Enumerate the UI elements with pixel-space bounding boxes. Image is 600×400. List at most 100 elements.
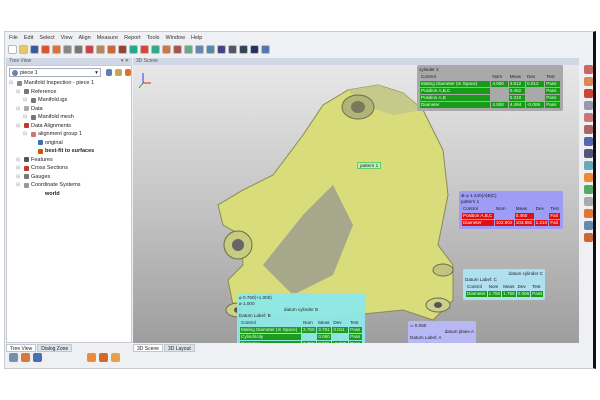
toolbar-button-icon[interactable] — [96, 45, 105, 54]
3d-scene-viewport[interactable]: pattern 1 cylinder 2 Control Nom Meas Dev Te… — [133, 65, 579, 343]
toolbar-button-icon[interactable] — [74, 45, 83, 54]
callout-datum-cylinder-b[interactable]: ⌀ 0.750(+1.000) ⌀ 1.000 datum cylinder B… — [237, 293, 365, 343]
tree-item[interactable]: ⊟ Coordinate Systems — [7, 181, 131, 190]
toolbar-button-icon[interactable] — [140, 45, 149, 54]
toolbar-button-icon[interactable] — [129, 45, 138, 54]
expand-toggle-icon[interactable]: ⊟ — [9, 79, 15, 88]
view-tool-icon[interactable] — [583, 101, 593, 110]
view-tool-icon[interactable] — [583, 113, 593, 122]
table-row: Position A,B,C 0.460 Fail — [462, 213, 560, 219]
expand-toggle-icon[interactable]: ⊟ — [16, 181, 22, 190]
tree-item[interactable]: ⊟ alignment group 1 — [7, 130, 131, 139]
tree-item[interactable]: ⊟ Data Alignments — [7, 122, 131, 131]
menu-align[interactable]: Align — [78, 35, 90, 43]
view-tool-icon[interactable] — [583, 233, 593, 242]
tree-item[interactable]: best-fit to surfaces — [7, 147, 131, 156]
view-tool-icon[interactable] — [583, 185, 593, 194]
piece-tool-icon[interactable] — [105, 69, 113, 76]
toolbar-button-icon[interactable] — [173, 45, 182, 54]
toolbar-button-icon[interactable] — [228, 45, 237, 54]
report-icon[interactable] — [87, 353, 96, 362]
menu-file[interactable]: File — [9, 35, 18, 43]
callout-cylinder-2[interactable]: cylinder 2 Control Nom Meas Dev Test Mating D… — [417, 65, 563, 111]
menu-tools[interactable]: Tools — [147, 35, 160, 43]
toolbar-button-icon[interactable] — [217, 45, 226, 54]
view-tool-icon[interactable] — [583, 209, 593, 218]
callout-datum-plane-a[interactable]: ▱ 0.060 datum plane A Datum Label: A Con… — [408, 321, 476, 343]
expand-toggle-icon[interactable]: ⊟ — [16, 122, 22, 131]
toolbar-button-icon[interactable] — [107, 45, 116, 54]
close-icon[interactable]: ▾ ✕ — [121, 58, 129, 65]
tree-item[interactable]: ⊟ Reference — [7, 88, 131, 97]
menu-report[interactable]: Report — [124, 35, 141, 43]
toolbar-button-icon[interactable] — [52, 45, 61, 54]
menu-help[interactable]: Help — [191, 35, 202, 43]
tree-item[interactable]: ⊟ Gauges — [7, 173, 131, 182]
expand-toggle-icon[interactable]: ⊟ — [16, 164, 22, 173]
toolbar-button-icon[interactable] — [118, 45, 127, 54]
toolbar-button-icon[interactable] — [63, 45, 72, 54]
toolbar-button-icon[interactable] — [206, 45, 215, 54]
view-tool-icon[interactable] — [583, 173, 593, 182]
callout-pattern-1[interactable]: ⊕ ⌀ 1.440(A|B|C) pattern 1 Control Nom Mea… — [459, 191, 563, 229]
menu-edit[interactable]: Edit — [24, 35, 33, 43]
view-tool-icon[interactable] — [583, 221, 593, 230]
menu-view[interactable]: View — [61, 35, 73, 43]
piece-selector[interactable]: piece 1 ▾ — [9, 68, 101, 77]
view-tool-icon[interactable] — [583, 77, 593, 86]
toolbar-button-icon[interactable] — [30, 45, 39, 54]
tab-3d-layout[interactable]: 3D Layout — [163, 344, 195, 352]
toolbar-button-icon[interactable] — [41, 45, 50, 54]
tree-item[interactable]: original — [7, 139, 131, 148]
menu-measure[interactable]: Measure — [97, 35, 118, 43]
export-icon[interactable] — [99, 353, 108, 362]
expand-toggle-icon[interactable]: ⊟ — [16, 88, 22, 97]
expand-toggle-icon[interactable]: ⊟ — [16, 105, 22, 114]
settings-icon[interactable] — [9, 353, 18, 362]
expand-toggle-icon[interactable]: ⊟ — [16, 156, 22, 165]
toolbar-button-icon[interactable] — [195, 45, 204, 54]
view-tool-icon[interactable] — [583, 137, 593, 146]
toolbar-button-icon[interactable] — [85, 45, 94, 54]
view-tool-icon[interactable] — [583, 89, 593, 98]
tree-item-label: Gauges — [31, 173, 51, 180]
chart-icon[interactable] — [115, 69, 122, 76]
list-icon[interactable] — [33, 353, 42, 362]
tree-item[interactable]: ⊟ Manifold mesh — [7, 113, 131, 122]
tree-item[interactable]: ⊟ Manifold.igs — [7, 96, 131, 105]
expand-toggle-icon[interactable]: ⊟ — [23, 113, 29, 122]
tree-item[interactable]: world — [7, 190, 131, 199]
toolbar-button-icon[interactable] — [19, 45, 28, 54]
toolbar-button-icon[interactable] — [162, 45, 171, 54]
expand-toggle-icon[interactable]: ⊟ — [23, 130, 29, 139]
pattern-label[interactable]: pattern 1 — [357, 162, 382, 169]
menu-select[interactable]: Select — [39, 35, 54, 43]
toolbar-button-icon[interactable] — [184, 45, 193, 54]
tree-item[interactable]: ⊟ Features — [7, 156, 131, 165]
view-tool-icon[interactable] — [583, 65, 593, 74]
view-tool-icon[interactable] — [583, 125, 593, 134]
tree-node-icon — [24, 174, 29, 180]
toolbar-button-icon[interactable] — [261, 45, 270, 54]
toolbar-button-icon[interactable] — [250, 45, 259, 54]
toolbar-button-icon[interactable] — [151, 45, 160, 54]
tab-3d-scene[interactable]: 3D Scene — [133, 344, 163, 352]
view-tool-icon[interactable] — [583, 149, 593, 158]
tool-icon[interactable] — [21, 353, 30, 362]
document-icon[interactable] — [111, 353, 120, 362]
tree-item[interactable]: ⊟ Data — [7, 105, 131, 114]
tree-item[interactable]: ⊟ Manifold Inspection - piece 1 — [7, 79, 131, 88]
view-tool-icon[interactable] — [583, 161, 593, 170]
menu-window[interactable]: Window — [165, 35, 185, 43]
column-header: Dev — [535, 206, 544, 211]
toolbar-button-icon[interactable] — [239, 45, 248, 54]
tree-item[interactable]: ⊟ Cross Sections — [7, 164, 131, 173]
expand-toggle-icon[interactable]: ⊟ — [23, 96, 29, 105]
user-icon[interactable] — [124, 69, 131, 76]
expand-toggle-icon[interactable]: ⊟ — [16, 173, 22, 182]
tab-dialog-zone[interactable]: Dialog Zone — [37, 344, 73, 352]
callout-datum-cylinder-c[interactable]: datum cylinder C Datum Label: C Control N… — [463, 269, 545, 300]
view-tool-icon[interactable] — [583, 197, 593, 206]
tab-tree-view[interactable]: Tree View — [6, 344, 37, 352]
toolbar-button-icon[interactable] — [8, 45, 17, 54]
